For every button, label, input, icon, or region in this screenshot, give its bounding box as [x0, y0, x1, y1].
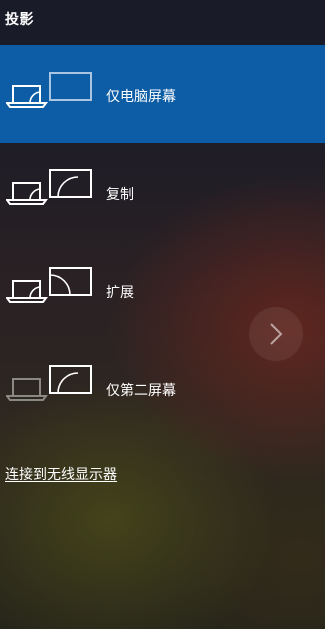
pc-screen-only-icon — [6, 72, 92, 108]
chevron-right-icon — [270, 323, 283, 345]
connect-wireless-display-link[interactable]: 连接到无线显示器 — [5, 464, 117, 484]
option-label-duplicate: 复制 — [106, 187, 134, 203]
extend-icon — [6, 267, 92, 303]
second-screen-only-icon — [6, 365, 92, 401]
next-button[interactable] — [249, 307, 303, 361]
option-duplicate[interactable]: 复制 — [0, 143, 325, 241]
option-pc-screen-only[interactable]: 仅电脑屏幕 — [0, 45, 325, 143]
option-label-second-screen-only: 仅第二屏幕 — [106, 383, 176, 399]
option-label-extend: 扩展 — [106, 285, 134, 301]
panel-title: 投影 — [5, 12, 34, 28]
duplicate-icon — [6, 169, 92, 205]
option-label-pc-screen-only: 仅电脑屏幕 — [106, 89, 176, 105]
